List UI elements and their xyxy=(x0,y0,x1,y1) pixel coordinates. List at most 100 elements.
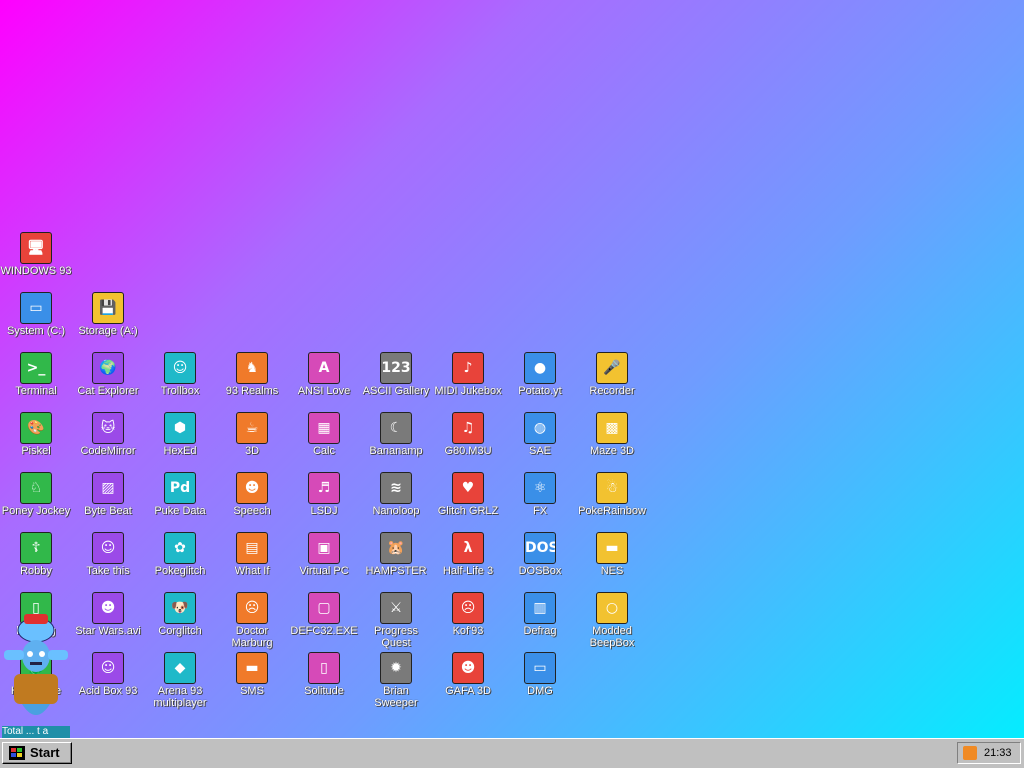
desktop-icon-corglitch[interactable]: 🐶 Corglitch xyxy=(144,592,216,650)
defrag-icon: ▥ xyxy=(524,592,556,624)
desktop-icon-solitude[interactable]: ▯ Solitude xyxy=(288,652,360,710)
desktop-icon-label: Robby xyxy=(20,565,52,577)
desktop-icon-pokeglitch[interactable]: ✿ Pokeglitch xyxy=(144,532,216,590)
desktop-icon-label: Calc xyxy=(312,445,335,457)
desktop-icon-trollbox[interactable]: ☺ Trollbox xyxy=(144,352,216,410)
desktop-icon-glitch-grlz[interactable]: ♥ Glitch GRLZ xyxy=(432,472,504,530)
desktop-icon-terminal[interactable]: >_ Terminal xyxy=(0,352,72,410)
desktop-icon-windows-93[interactable]: 🖥 WINDOWS 93 xyxy=(0,232,72,290)
desktop-icon-lsdj[interactable]: ♬ LSDJ xyxy=(288,472,360,530)
desktop-icon-hexed[interactable]: ⬢ HexEd xyxy=(144,412,216,470)
desktop-icon-gafa-3d[interactable]: ☻ GAFA 3D xyxy=(432,652,504,710)
desktop-icon-label: SMS xyxy=(240,685,264,697)
green-ring-icon: ○ xyxy=(596,592,628,624)
desktop-icon-g80-m3u[interactable]: ♫ G80.M3U xyxy=(432,412,504,470)
desktop-icon-label: Maze 3D xyxy=(589,445,635,457)
desktop-icon-label: NES xyxy=(600,565,624,577)
desktop-icon-label: HAMPSTER xyxy=(365,565,427,577)
desktop-icon-label: Piskel xyxy=(21,445,51,457)
desktop-icon-modded-beepbox[interactable]: ○ Modded BeepBox xyxy=(576,592,648,650)
desktop-icon-calc[interactable]: ▦ Calc xyxy=(288,412,360,470)
desktop-icon-robby[interactable]: ☦ Robby xyxy=(0,532,72,590)
genie-speech-bubble: Total ... t a xyxy=(2,726,70,738)
cube-icon: ◆ xyxy=(164,652,196,684)
desktop-icon-ansi-love[interactable]: A ANSI Love xyxy=(288,352,360,410)
desktop-icon-puke-data[interactable]: Pd Puke Data xyxy=(144,472,216,530)
piano-keys-icon: ♪ xyxy=(452,352,484,384)
desktop-icon-label: MIDI Jukebox xyxy=(434,385,502,397)
atom-icon: ⚛ xyxy=(524,472,556,504)
clock: 21:33 xyxy=(984,747,1012,759)
desktop-icon-poney-jockey[interactable]: ♘ Poney Jockey xyxy=(0,472,72,530)
desktop-icon-pokerainbow[interactable]: ☃ PokeRainbow xyxy=(576,472,648,530)
desktop-icon-brian-sweeper[interactable]: ✹ Brian Sweeper xyxy=(360,652,432,710)
desktop-icon-label: Defrag xyxy=(523,625,557,637)
desktop-icon-arena-93-multiplayer[interactable]: ◆ Arena 93 multiplayer xyxy=(144,652,216,710)
desktop-icon-defc32-exe[interactable]: ▢ DEFC32.EXE xyxy=(288,592,360,650)
rss-icon[interactable] xyxy=(963,746,977,760)
gameboy-icon: ▭ xyxy=(524,652,556,684)
playlist-file-icon: ♫ xyxy=(452,412,484,444)
desktop-icon-maze-3d[interactable]: ▩ Maze 3D xyxy=(576,412,648,470)
desktop-icon-label: GAFA 3D xyxy=(445,685,491,697)
desktop-icon-ascii-gallery[interactable]: 123 ASCII Gallery xyxy=(360,352,432,410)
desktop-icon-label: Trollbox xyxy=(160,385,200,397)
desktop-icon-fx[interactable]: ⚛ FX xyxy=(504,472,576,530)
drive-icon: ▭ xyxy=(20,292,52,324)
pixel-character-icon: ☺ xyxy=(92,532,124,564)
glitch-blob-icon: ✿ xyxy=(164,532,196,564)
desktop-icon-bananamp[interactable]: ☾ Bananamp xyxy=(360,412,432,470)
desktop-icon-label: Progress Quest xyxy=(373,625,419,649)
desktop-icon-take-this[interactable]: ☺ Take this xyxy=(72,532,144,590)
wave-icon: ≋ xyxy=(380,472,412,504)
desktop-icon-sms[interactable]: ▬ SMS xyxy=(216,652,288,710)
desktop-icon-star-wars-avi[interactable]: ☻ Star Wars.avi xyxy=(72,592,144,650)
desktop-icon-piskel[interactable]: 🎨 Piskel xyxy=(0,412,72,470)
desktop-icon-cat-explorer[interactable]: 🌍 Cat Explorer xyxy=(72,352,144,410)
desktop-icon-what-if[interactable]: ▤ What If xyxy=(216,532,288,590)
desktop-icon-progress-quest[interactable]: ⚔ Progress Quest xyxy=(360,592,432,650)
pd-icon: Pd xyxy=(164,472,196,504)
desktop-icon-dmg[interactable]: ▭ DMG xyxy=(504,652,576,710)
desktop-icon-label: Solitude xyxy=(304,685,344,697)
desktop-icon-label: Cat Explorer xyxy=(77,385,139,397)
desktop-icon-defrag[interactable]: ▥ Defrag xyxy=(504,592,576,650)
desktop-icon-doctor-marburg[interactable]: ☹ Doctor Marburg xyxy=(216,592,288,650)
mage-icon: ♞ xyxy=(236,352,268,384)
desktop-icon-3d[interactable]: ☕ 3D xyxy=(216,412,288,470)
desktop-icon-label: Corglitch xyxy=(158,625,202,637)
desktop-icon-sae[interactable]: ◍ SAE xyxy=(504,412,576,470)
desktop-icon-hampster[interactable]: 🐹 HAMPSTER xyxy=(360,532,432,590)
desktop-icon-nes[interactable]: ▬ NES xyxy=(576,532,648,590)
desktop-icon-storage-a[interactable]: 💾 Storage (A:) xyxy=(72,292,144,350)
smiley-icon: ☺ xyxy=(92,652,124,684)
desktop-icon-dosbox[interactable]: DOS DOSBox xyxy=(504,532,576,590)
desktop-icon-system-c[interactable]: ▭ System (C:) xyxy=(0,292,72,350)
desktop-icon-nanoloop[interactable]: ≋ Nanoloop xyxy=(360,472,432,530)
potato-icon: ● xyxy=(524,352,556,384)
genie-assistant[interactable] xyxy=(2,608,70,726)
desktop-icon-label: What If xyxy=(234,565,270,577)
desktop-icon-recorder[interactable]: 🎤 Recorder xyxy=(576,352,648,410)
lambda-icon: λ xyxy=(452,532,484,564)
desktop-icon-label: FX xyxy=(532,505,548,517)
desktop-icon-midi-jukebox[interactable]: ♪ MIDI Jukebox xyxy=(432,352,504,410)
desktop-icon-kof-93[interactable]: ☹ Kof'93 xyxy=(432,592,504,650)
calculator-icon: ▦ xyxy=(308,412,340,444)
windows93-computer-icon: 🖥 xyxy=(20,232,52,264)
desktop-icon-acid-box-93[interactable]: ☺ Acid Box 93 xyxy=(72,652,144,710)
desktop-icon-virtual-pc[interactable]: ▣ Virtual PC xyxy=(288,532,360,590)
desktop-icon-label: Kof'93 xyxy=(452,625,484,637)
desktop-icon-codemirror[interactable]: 🐱 CodeMirror xyxy=(72,412,144,470)
desktop-icon-label: CodeMirror xyxy=(80,445,136,457)
start-button[interactable]: Start xyxy=(2,742,72,764)
desktop-icon-speech[interactable]: ☻ Speech xyxy=(216,472,288,530)
nes-console-icon: ▬ xyxy=(596,532,628,564)
desktop-icon-byte-beat[interactable]: ▨ Byte Beat xyxy=(72,472,144,530)
desktop-icon-half-life-3[interactable]: λ Half-Life 3 xyxy=(432,532,504,590)
desktop-icon-93-realms[interactable]: ♞ 93 Realms xyxy=(216,352,288,410)
desktop-icon-potato-yt[interactable]: ● Potato.yt xyxy=(504,352,576,410)
desktop-icon-label: Doctor Marburg xyxy=(231,625,273,649)
desktop-icon-label: Half-Life 3 xyxy=(442,565,494,577)
lsdj-icon: ♬ xyxy=(308,472,340,504)
